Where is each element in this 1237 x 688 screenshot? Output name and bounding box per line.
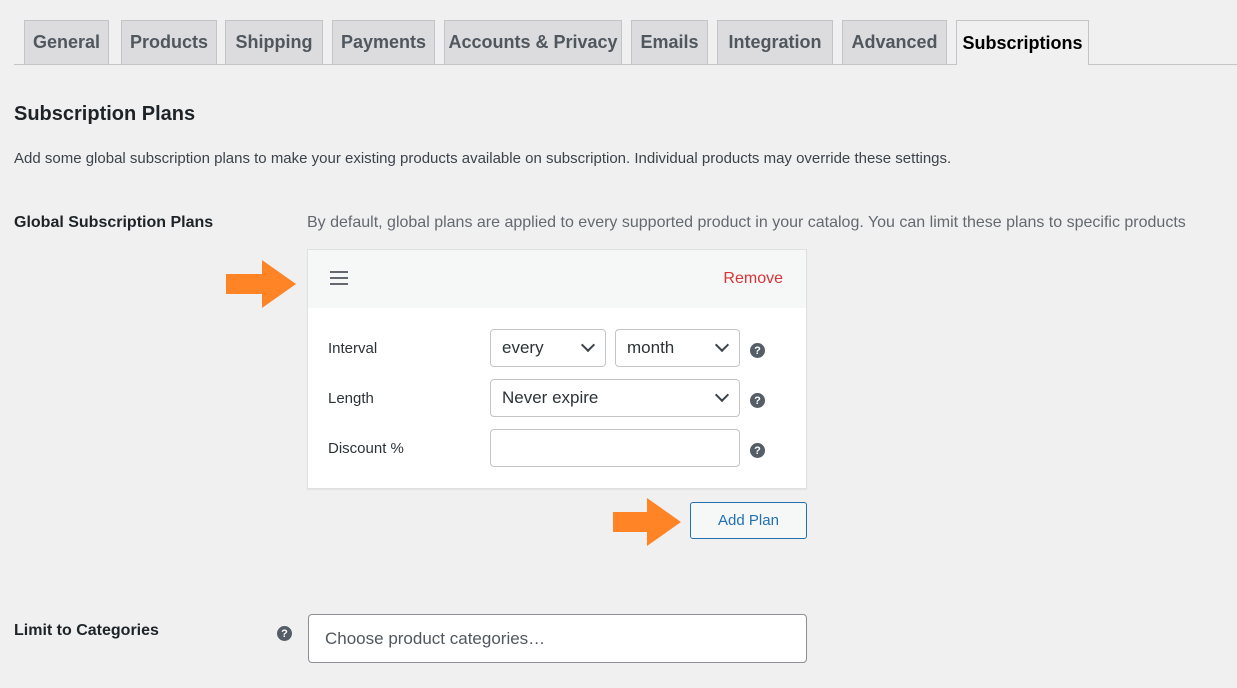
interval-every-select[interactable]: every	[490, 329, 606, 367]
tab-accounts-privacy[interactable]: Accounts & Privacy	[444, 20, 622, 64]
tab-shipping[interactable]: Shipping	[225, 20, 323, 64]
help-icon[interactable]: ?	[750, 443, 765, 458]
arrow-annotation-icon	[613, 498, 681, 546]
interval-every-value: every	[502, 338, 544, 357]
page-title: Subscription Plans	[14, 103, 196, 125]
length-label: Length	[328, 390, 374, 407]
drag-handle-icon[interactable]	[330, 270, 348, 286]
plan-card: Remove Interval every month ? Length Nev…	[307, 249, 807, 489]
help-icon[interactable]: ?	[750, 343, 765, 358]
interval-period-select[interactable]: month	[615, 329, 740, 367]
plan-card-header: Remove	[308, 250, 806, 308]
tab-payments[interactable]: Payments	[332, 20, 435, 64]
interval-period-value: month	[627, 338, 675, 357]
chevron-down-icon	[714, 337, 730, 353]
interval-label: Interval	[328, 340, 378, 357]
section-description: Add some global subscription plans to ma…	[14, 150, 952, 167]
discount-input[interactable]	[490, 429, 740, 467]
categories-select[interactable]: Choose product categories…	[308, 614, 807, 663]
help-icon[interactable]: ?	[277, 626, 292, 641]
tab-advanced[interactable]: Advanced	[842, 20, 947, 64]
tab-integration[interactable]: Integration	[717, 20, 833, 64]
categories-label: Limit to Categories	[14, 622, 159, 639]
tab-products[interactable]: Products	[121, 20, 217, 64]
tab-subscriptions[interactable]: Subscriptions	[956, 20, 1089, 65]
add-plan-button[interactable]: Add Plan	[690, 502, 807, 539]
arrow-annotation-icon	[226, 260, 296, 308]
global-plans-description: By default, global plans are applied to …	[307, 214, 1186, 231]
length-value: Never expire	[502, 388, 599, 407]
discount-label: Discount %	[328, 440, 404, 457]
help-icon[interactable]: ?	[750, 393, 765, 408]
chevron-down-icon	[580, 337, 596, 353]
chevron-down-icon	[714, 387, 730, 403]
remove-plan-link[interactable]: Remove	[723, 270, 783, 288]
tab-general[interactable]: General	[24, 20, 109, 64]
length-select[interactable]: Never expire	[490, 379, 740, 417]
tab-emails[interactable]: Emails	[631, 20, 708, 64]
global-plans-label: Global Subscription Plans	[14, 214, 214, 231]
